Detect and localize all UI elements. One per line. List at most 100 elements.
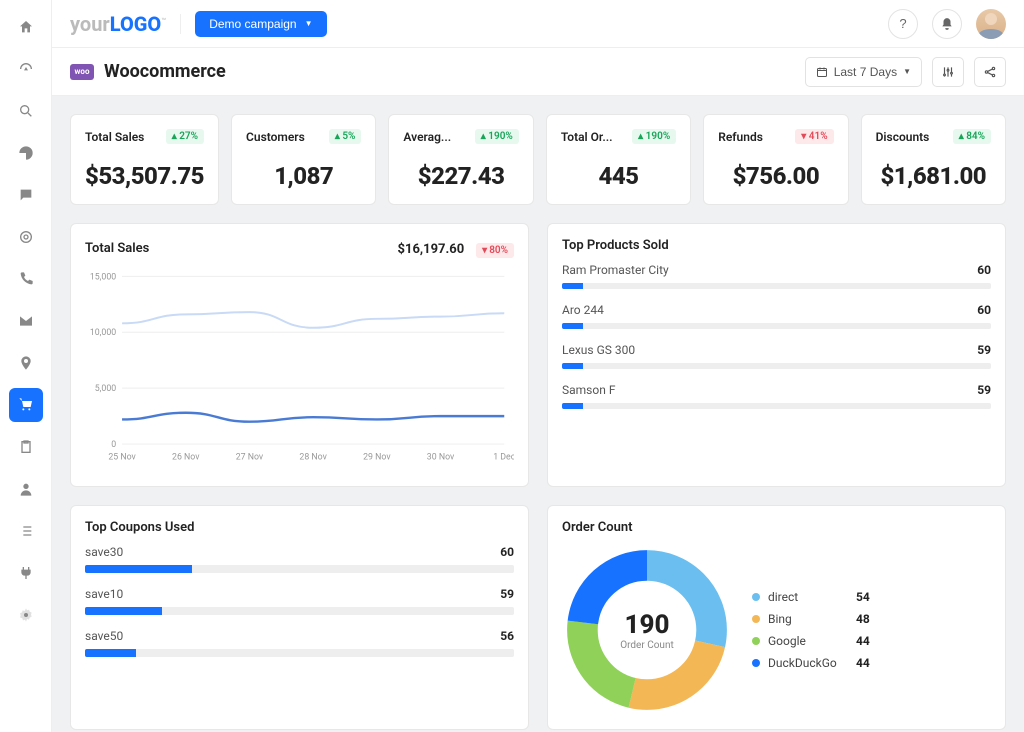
donut-legend: direct 54 Bing 48 Google44 DuckDuckGo44: [752, 590, 870, 670]
legend-name: direct: [768, 590, 848, 604]
help-button[interactable]: ?: [888, 9, 918, 39]
user-avatar[interactable]: [976, 9, 1006, 39]
svg-text:15,000: 15,000: [90, 272, 116, 282]
kpi-label: Total Sales: [85, 130, 144, 144]
kpi-label: Total Or...: [561, 130, 613, 144]
calendar-icon: [816, 66, 828, 78]
kpi-value: $1,681.00: [876, 162, 991, 190]
kpi-label: Customers: [246, 130, 305, 144]
product-value: 60: [977, 263, 991, 277]
order-count-card: Order Count 190 Order Count direct54Bing…: [547, 505, 1006, 730]
nav-clipboard[interactable]: [9, 430, 43, 464]
coupon-name: save30: [85, 545, 123, 559]
kpi-delta-badge: ▴ 27%: [166, 129, 204, 144]
svg-text:25 Nov: 25 Nov: [108, 453, 136, 463]
page-header: woo Woocommerce Last 7 Days ▼: [52, 48, 1024, 96]
progress-track: [562, 283, 991, 289]
coupon-item[interactable]: save1059: [85, 587, 514, 615]
product-item[interactable]: Aro 244 60: [562, 303, 991, 329]
legend-value: 54: [856, 590, 870, 604]
progress-track: [85, 649, 514, 657]
kpi-card[interactable]: Customers ▴ 5% 1,087: [231, 114, 376, 205]
brand-logo[interactable]: yourLOGO™: [70, 12, 166, 36]
kpi-value: 1,087: [246, 162, 361, 190]
progress-fill: [85, 607, 162, 615]
topbar: yourLOGO™ Demo campaign ▼ ?: [52, 0, 1024, 48]
nav-cart[interactable]: [9, 388, 43, 422]
legend-dot: [752, 615, 760, 623]
svg-text:5,000: 5,000: [95, 384, 117, 394]
product-item[interactable]: Lexus GS 300 59: [562, 343, 991, 369]
nav-settings[interactable]: [9, 598, 43, 632]
kpi-delta-badge: ▴ 190%: [632, 129, 676, 144]
nav-target[interactable]: [9, 220, 43, 254]
kpi-value: $53,507.75: [85, 162, 204, 190]
settings-toggle-button[interactable]: [932, 57, 964, 87]
product-name: Ram Promaster City: [562, 263, 669, 277]
kpi-card[interactable]: Averag... ▴ 190% $227.43: [388, 114, 533, 205]
top-coupons-card: Top Coupons Used save3060 save1059 save505…: [70, 505, 529, 730]
legend-item[interactable]: direct 54: [752, 590, 870, 604]
campaign-selector[interactable]: Demo campaign ▼: [195, 11, 326, 37]
card-title: Top Products Sold: [562, 238, 991, 253]
kpi-row: Total Sales ▴ 27% $53,507.75 Customers ▴…: [70, 114, 1006, 205]
nav-location[interactable]: [9, 346, 43, 380]
nav-list[interactable]: [9, 514, 43, 548]
nav-mail[interactable]: [9, 304, 43, 338]
nav-analytics[interactable]: [9, 136, 43, 170]
campaign-label: Demo campaign: [209, 17, 296, 31]
card-title: Top Coupons Used: [85, 520, 514, 535]
svg-text:29 Nov: 29 Nov: [363, 453, 391, 463]
nav-plugin[interactable]: [9, 556, 43, 590]
kpi-card[interactable]: Discounts ▴ 84% $1,681.00: [861, 114, 1006, 205]
progress-fill: [562, 283, 583, 289]
nav-home[interactable]: [9, 10, 43, 44]
kpi-card[interactable]: Total Sales ▴ 27% $53,507.75: [70, 114, 219, 205]
date-range-selector[interactable]: Last 7 Days ▼: [805, 57, 922, 87]
product-name: Lexus GS 300: [562, 343, 635, 357]
legend-value: 44: [856, 634, 870, 648]
nav-dashboard[interactable]: [9, 52, 43, 86]
product-value: 59: [977, 343, 991, 357]
nav-user[interactable]: [9, 472, 43, 506]
product-value: 59: [977, 383, 991, 397]
product-value: 60: [977, 303, 991, 317]
line-chart: 05,00010,00015,00025 Nov26 Nov27 Nov28 N…: [85, 268, 514, 468]
product-name: Aro 244: [562, 303, 604, 317]
legend-item[interactable]: Google44: [752, 634, 870, 648]
legend-item[interactable]: DuckDuckGo44: [752, 656, 870, 670]
progress-track: [85, 565, 514, 573]
legend-value: 44: [856, 656, 870, 670]
sliders-icon: [941, 65, 955, 79]
chevron-down-icon: ▼: [903, 67, 911, 76]
coupon-item[interactable]: save5056: [85, 629, 514, 657]
legend-value: 48: [856, 612, 870, 626]
nav-search[interactable]: [9, 94, 43, 128]
coupon-item[interactable]: save3060: [85, 545, 514, 573]
kpi-card[interactable]: Refunds ▾ 41% $756.00: [703, 114, 848, 205]
kpi-card[interactable]: Total Or... ▴ 190% 445: [546, 114, 691, 205]
kpi-delta-badge: ▴ 84%: [953, 129, 991, 144]
nav-chat[interactable]: [9, 178, 43, 212]
chevron-down-icon: ▼: [305, 19, 313, 28]
kpi-value: $756.00: [718, 162, 833, 190]
nav-phone[interactable]: [9, 262, 43, 296]
svg-text:28 Nov: 28 Nov: [299, 453, 327, 463]
notifications-button[interactable]: [932, 9, 962, 39]
brand-part1: your: [70, 12, 110, 36]
legend-item[interactable]: Bing 48: [752, 612, 870, 626]
progress-track: [85, 607, 514, 615]
product-item[interactable]: Samson F 59: [562, 383, 991, 409]
product-name: Samson F: [562, 383, 615, 397]
total-sales-chart-card: Total Sales $16,197.60 ▾ 80% 05,00010,00…: [70, 223, 529, 487]
share-button[interactable]: [974, 57, 1006, 87]
kpi-label: Refunds: [718, 130, 763, 144]
legend-name: Bing: [768, 612, 848, 626]
sidebar: [0, 0, 52, 732]
kpi-label: Averag...: [403, 130, 451, 144]
product-item[interactable]: Ram Promaster City 60: [562, 263, 991, 289]
progress-fill: [562, 323, 583, 329]
brand-part2: LOGO: [110, 12, 161, 36]
coupon-value: 56: [500, 629, 514, 643]
svg-text:26 Nov: 26 Nov: [172, 453, 200, 463]
